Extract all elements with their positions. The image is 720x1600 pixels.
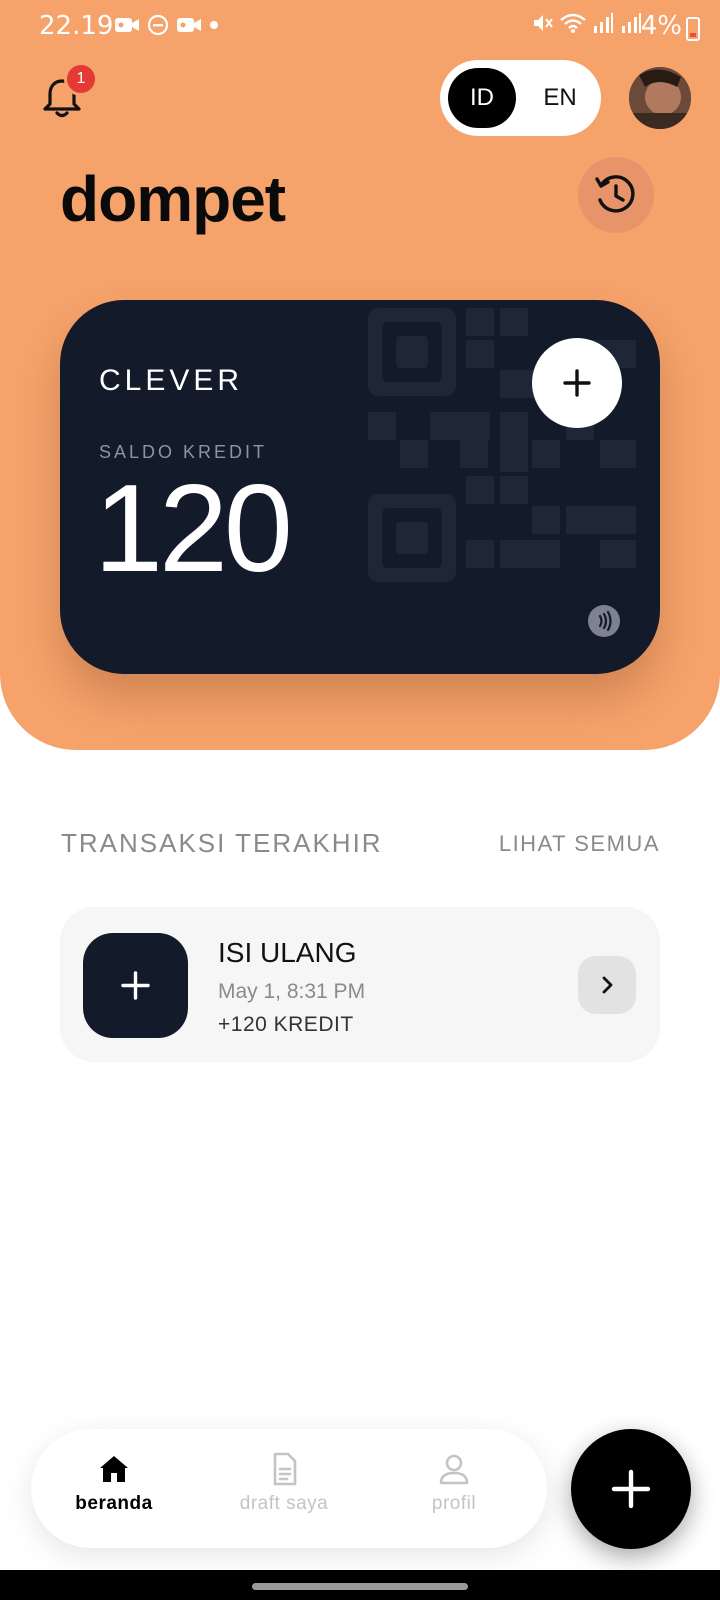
status-time: 22.19 [39, 11, 114, 41]
battery-percent: 4% [640, 11, 682, 41]
section-title-recent-transactions: TRANSAKSI TERAKHIR [61, 828, 383, 858]
history-icon [595, 175, 635, 213]
plus-icon [563, 369, 591, 397]
transaction-item[interactable]: ISI ULANG May 1, 8:31 PM +120 KREDIT [60, 907, 660, 1062]
nav-label-profile: profil [431, 1493, 477, 1514]
mute-icon [534, 15, 553, 31]
contactless-icon [588, 605, 620, 637]
chevron-right-icon [602, 976, 613, 994]
balance-value: 120 [94, 460, 293, 598]
document-icon [273, 1452, 297, 1486]
status-icons-left [115, 14, 219, 36]
nav-item-profile[interactable]: profil [379, 1451, 529, 1515]
wifi-icon [560, 13, 586, 33]
nav-item-home[interactable]: beranda [39, 1451, 189, 1515]
home-gesture-handle[interactable] [252, 1583, 468, 1590]
history-button[interactable] [578, 157, 654, 233]
user-icon [439, 1454, 469, 1485]
bottom-nav: beranda draft saya profil [31, 1429, 547, 1548]
see-all-link[interactable]: LIHAT SEMUA [499, 831, 660, 857]
language-toggle[interactable]: ID EN [440, 60, 601, 136]
home-icon [100, 1456, 128, 1482]
top-up-button[interactable] [532, 338, 622, 428]
language-option-en[interactable]: EN [526, 68, 594, 128]
nav-label-home: beranda [75, 1493, 153, 1514]
notification-badge: 1 [64, 62, 98, 96]
video-camera-icon [115, 18, 139, 32]
do-not-disturb-icon [147, 14, 169, 36]
avatar-photo [629, 67, 691, 129]
signal-icon [622, 13, 641, 33]
nav-item-drafts[interactable]: draft saya [209, 1451, 359, 1515]
transaction-amount: +120 KREDIT [218, 1013, 354, 1036]
nav-label-drafts: draft saya [239, 1493, 329, 1514]
signal-icon [594, 13, 613, 33]
status-icons-right [532, 12, 642, 34]
language-option-id[interactable]: ID [448, 68, 516, 128]
page-title: dompet [60, 163, 286, 235]
plus-icon [121, 971, 150, 1000]
plus-icon [611, 1469, 651, 1509]
battery-icon [686, 17, 700, 41]
transaction-title: ISI ULANG [218, 937, 357, 968]
card-name: CLEVER [99, 364, 244, 397]
transaction-date: May 1, 8:31 PM [218, 980, 366, 1003]
status-bar: 22.19 4% [0, 0, 720, 54]
avatar[interactable] [629, 67, 691, 129]
transaction-type-icon [83, 933, 188, 1038]
create-button[interactable] [571, 1429, 691, 1549]
wallet-card: CLEVER SALDO KREDIT 120 [60, 300, 660, 674]
video-camera-icon [177, 18, 201, 32]
transaction-detail-button[interactable] [578, 956, 636, 1014]
dot-icon [210, 21, 218, 29]
